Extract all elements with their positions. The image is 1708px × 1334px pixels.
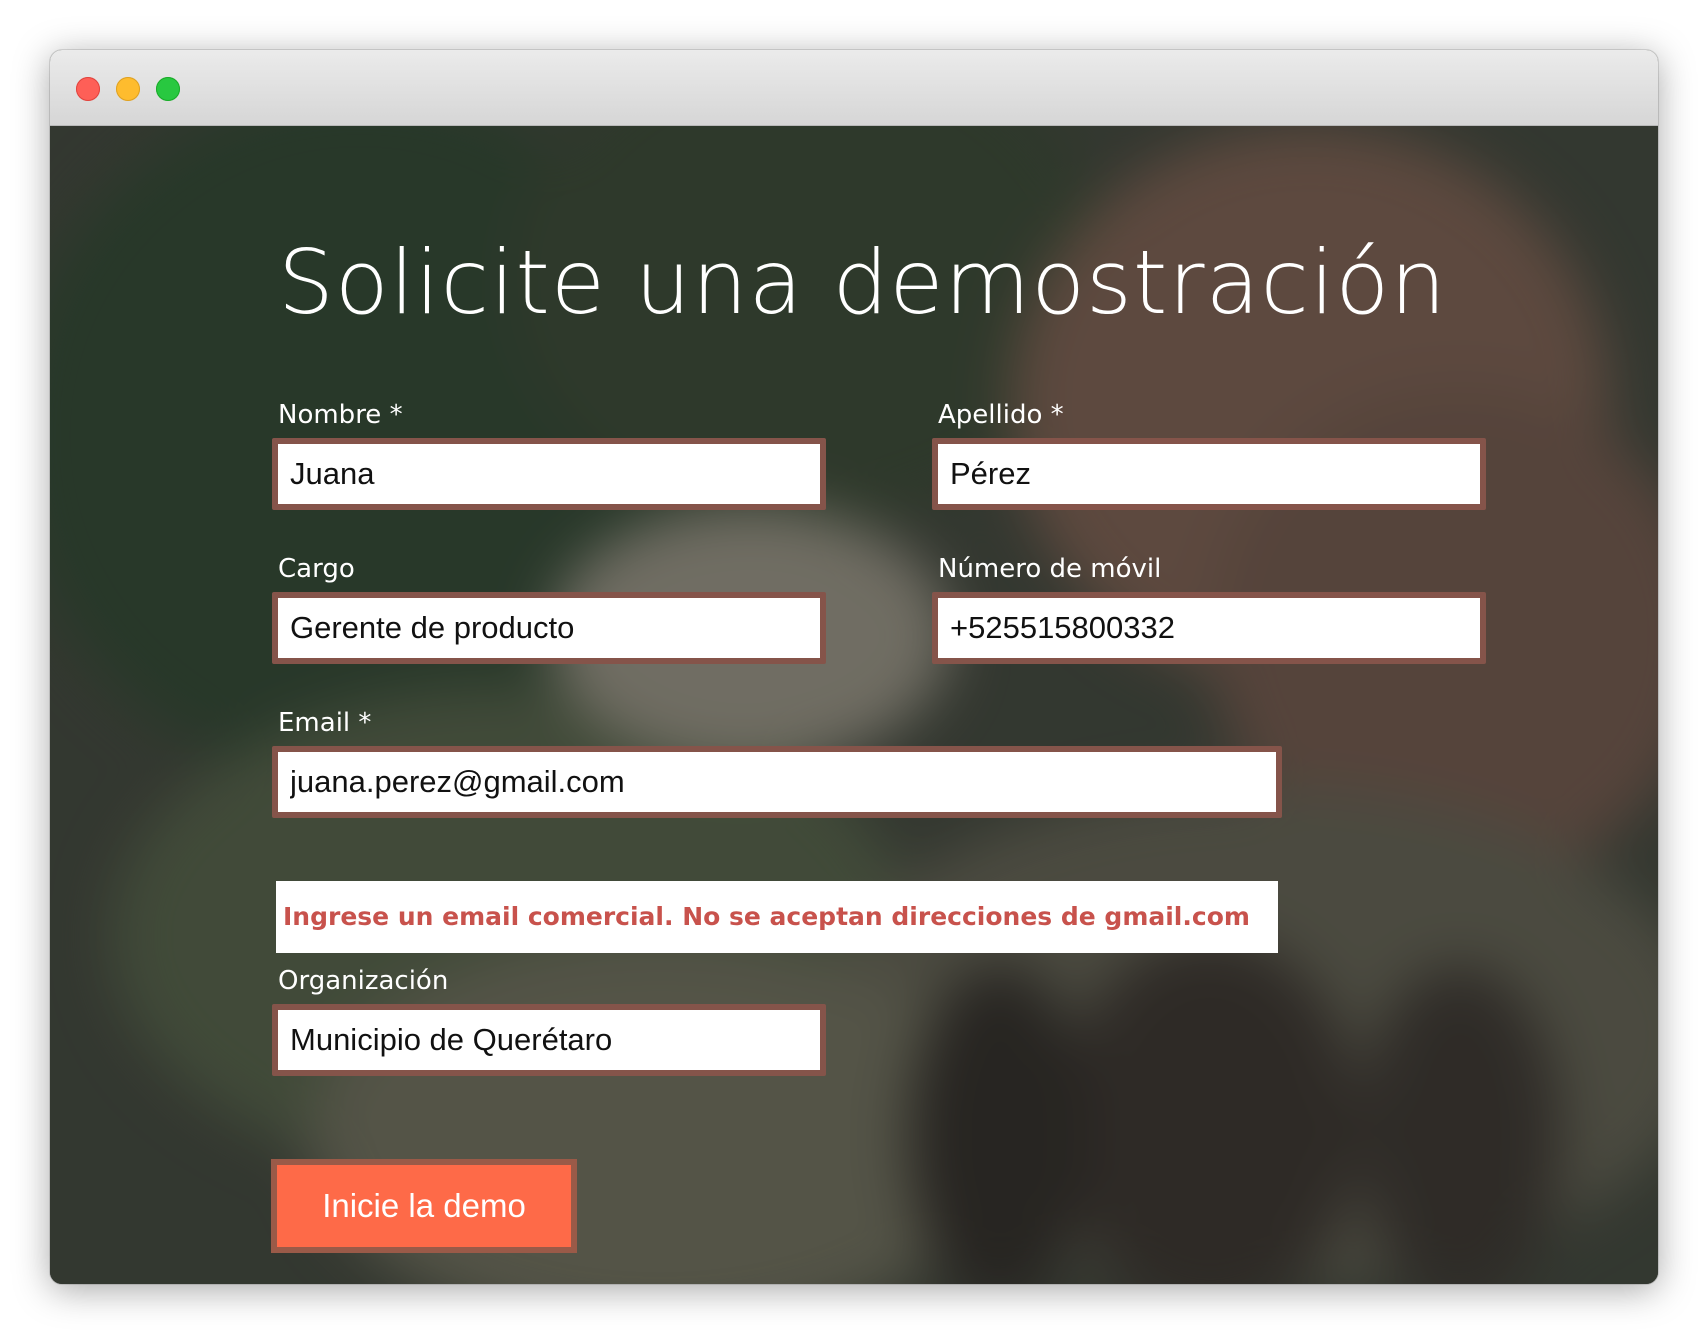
close-window-button[interactable]	[76, 77, 100, 101]
organization-input[interactable]	[272, 1004, 826, 1076]
maximize-window-button[interactable]	[156, 77, 180, 101]
minimize-window-button[interactable]	[116, 77, 140, 101]
start-demo-button[interactable]: Inicie la demo	[271, 1159, 577, 1253]
job-title-label: Cargo	[278, 554, 355, 584]
mobile-number-input[interactable]	[932, 592, 1486, 664]
last-name-label: Apellido *	[938, 400, 1064, 430]
organization-label: Organización	[278, 966, 449, 996]
mobile-number-label: Número de móvil	[938, 554, 1162, 584]
page-title: Solicite una demostración	[278, 231, 1447, 334]
email-error-message: Ingrese un email comercial. No se acepta…	[276, 881, 1278, 953]
window-titlebar	[50, 50, 1658, 126]
first-name-input[interactable]	[272, 438, 826, 510]
last-name-input[interactable]	[932, 438, 1486, 510]
email-label: Email *	[278, 708, 372, 738]
job-title-input[interactable]	[272, 592, 826, 664]
browser-window: Solicite una demostración Nombre * Apell…	[50, 50, 1658, 1284]
email-input[interactable]	[272, 746, 1282, 818]
page-content: Solicite una demostración Nombre * Apell…	[50, 126, 1658, 1284]
first-name-label: Nombre *	[278, 400, 403, 430]
